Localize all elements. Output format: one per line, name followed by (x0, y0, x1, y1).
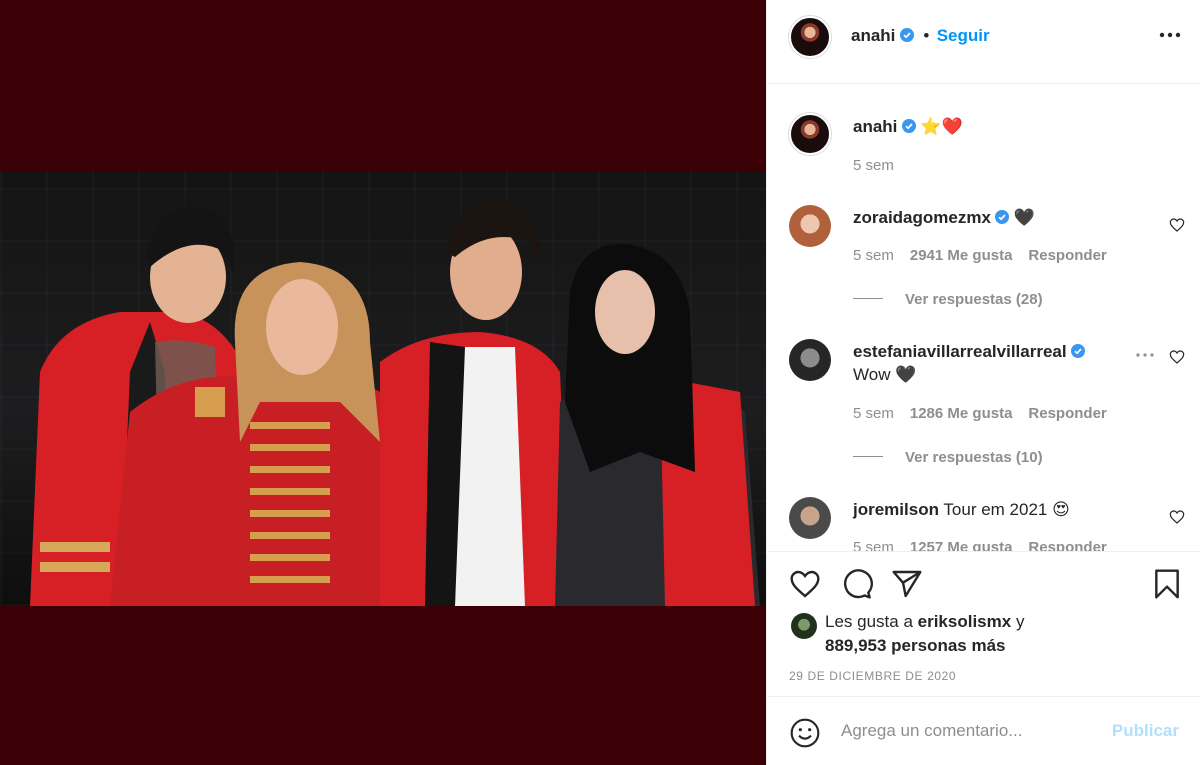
post-header: anahi • Seguir (767, 0, 1200, 84)
comment-input[interactable]: Agrega un comentario... (841, 721, 1022, 741)
band-photo-illustration (30, 201, 760, 606)
caption-avatar[interactable] (789, 113, 831, 155)
verified-icon (1071, 344, 1086, 358)
caption-time: 5 sem (853, 157, 894, 174)
emoji-icon[interactable] (789, 717, 821, 749)
commenter-avatar[interactable] (789, 205, 831, 247)
verified-icon (901, 119, 916, 133)
comment-time: 5 sem (853, 405, 894, 422)
liker-username[interactable]: eriksolismx (918, 612, 1012, 631)
caption-username[interactable]: anahi (853, 117, 897, 136)
bookmark-icon[interactable] (1151, 568, 1183, 600)
comment-like-icon[interactable] (1169, 509, 1185, 525)
comment-icon[interactable] (841, 568, 873, 600)
reply-button[interactable]: Responder (1028, 405, 1106, 422)
likes-count[interactable]: 889,953 personas más (825, 636, 1006, 655)
comment-likes[interactable]: 1257 Me gusta (910, 539, 1013, 551)
verified-icon (899, 28, 914, 42)
post-actions: Les gusta a eriksolismx y 889,953 person… (767, 551, 1200, 696)
caption-text: ⭐❤️ (920, 117, 963, 136)
more-icon[interactable] (1159, 30, 1181, 40)
view-replies-label: Ver respuestas (28) (905, 291, 1043, 308)
view-replies-button[interactable]: Ver respuestas (10) (853, 449, 1043, 466)
comment-text: Tour em 2021 😍 (943, 500, 1070, 519)
commenter-username[interactable]: zoraidagomezmx (853, 208, 991, 227)
comment-text: 🖤 (1013, 208, 1036, 227)
comment-time: 5 sem (853, 539, 894, 551)
post-panel: anahi • Seguir anahi ⭐❤️ 5 sem zoraidago… (766, 0, 1200, 765)
commenter-username[interactable]: estefaniavillarrealvillarreal (853, 342, 1067, 361)
commenter-avatar[interactable] (789, 339, 831, 381)
author-line: anahi • Seguir (851, 26, 990, 46)
comment-like-icon[interactable] (1169, 349, 1185, 365)
likes-prefix: Les gusta a (825, 612, 913, 631)
follow-button[interactable]: Seguir (937, 26, 990, 45)
post-media[interactable] (0, 0, 766, 765)
reply-button[interactable]: Responder (1028, 247, 1106, 264)
likes-summary: Les gusta a eriksolismx y 889,953 person… (825, 610, 1024, 658)
share-icon[interactable] (891, 568, 923, 600)
comment-likes[interactable]: 1286 Me gusta (910, 405, 1013, 422)
author-username[interactable]: anahi (851, 26, 895, 45)
comments-list[interactable]: anahi ⭐❤️ 5 sem zoraidagomezmx 🖤 5 sem 29… (767, 85, 1200, 551)
separator-dot: • (923, 26, 930, 45)
verified-icon (995, 210, 1010, 224)
post-date[interactable]: 29 DE DICIEMBRE DE 2020 (789, 669, 956, 683)
author-avatar[interactable] (789, 16, 831, 58)
reply-button[interactable]: Responder (1028, 539, 1106, 551)
publish-button[interactable]: Publicar (1112, 721, 1179, 741)
comment-text: Wow 🖤 (853, 365, 917, 384)
comment-composer: Agrega un comentario... Publicar (767, 696, 1200, 765)
likes-suffix: y (1015, 612, 1025, 631)
commenter-avatar[interactable] (789, 497, 831, 539)
commenter-username[interactable]: joremilson (853, 500, 939, 519)
comment-likes[interactable]: 2941 Me gusta (910, 247, 1013, 264)
comment-options-icon[interactable] (1135, 351, 1155, 359)
post-photo (0, 172, 766, 606)
heart-icon[interactable] (789, 568, 821, 600)
view-replies-label: Ver respuestas (10) (905, 449, 1043, 466)
liker-avatar[interactable] (791, 613, 817, 639)
comment-time: 5 sem (853, 247, 894, 264)
view-replies-button[interactable]: Ver respuestas (28) (853, 291, 1043, 308)
comment-like-icon[interactable] (1169, 217, 1185, 233)
